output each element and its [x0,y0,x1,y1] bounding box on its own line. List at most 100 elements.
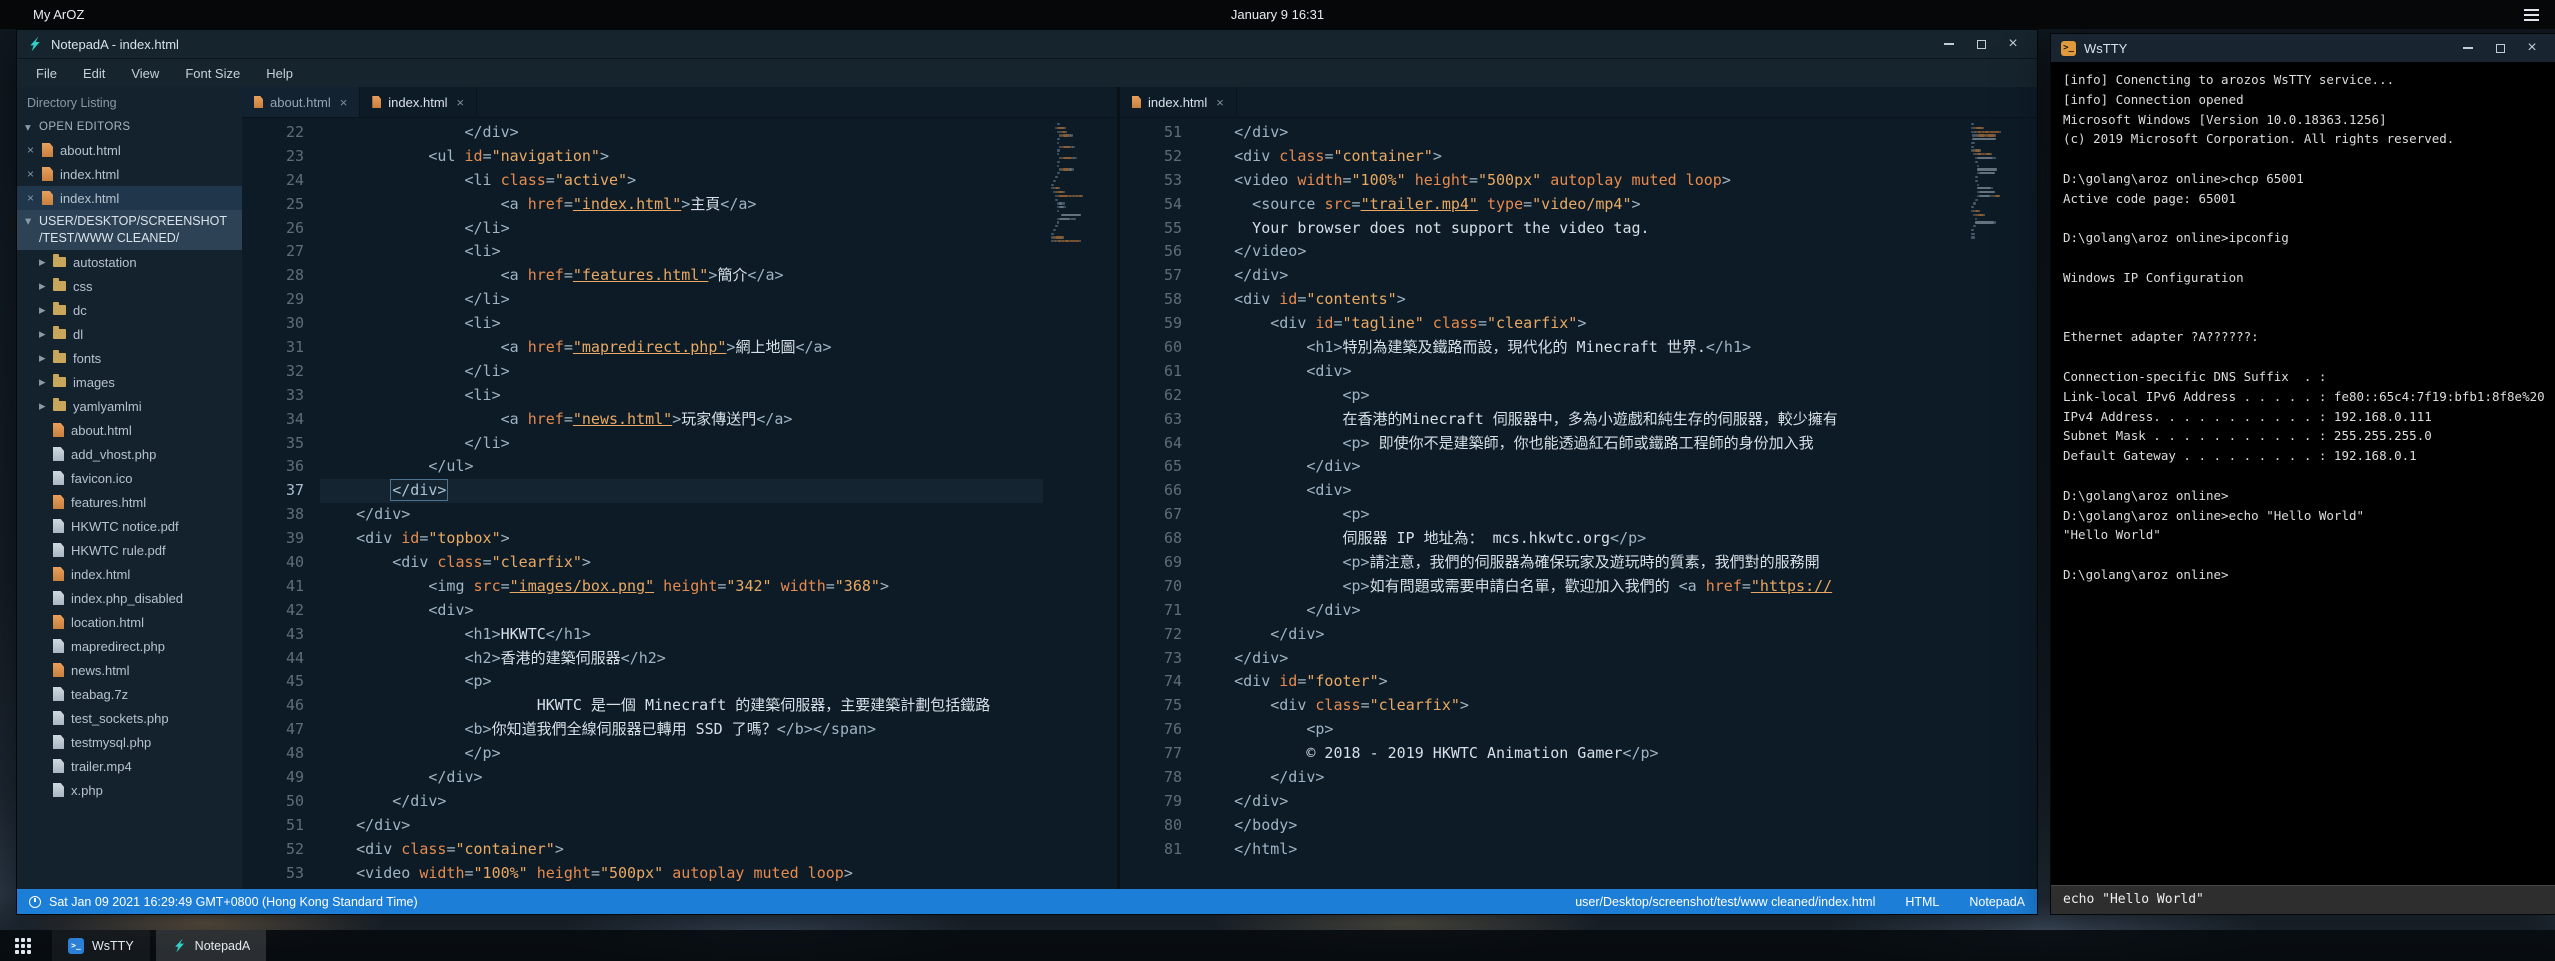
file-item[interactable]: HKWTC notice.pdf [17,514,242,538]
file-item[interactable]: index.php_disabled [17,586,242,610]
file-item[interactable]: add_vhost.php [17,442,242,466]
system-brand[interactable]: My ArOZ [33,7,84,22]
code-line[interactable]: <h2>香港的建築伺服器</h2> [320,647,1043,671]
code-line[interactable]: <source src="trailer.mp4" type="video/mp… [1198,193,1963,217]
code-line[interactable]: </p> [320,742,1043,766]
folder-item[interactable]: ▸autostation [17,250,242,274]
file-item[interactable]: mapredirect.php [17,634,242,658]
code-editor[interactable]: </div> <div class="container"> <video wi… [1198,121,1963,889]
code-line[interactable]: <p>如有問題或需要申請白名單，歡迎加入我們的 <a href="https:/… [1198,575,1963,599]
minimize-button[interactable] [2454,37,2482,59]
close-icon[interactable]: × [27,167,42,181]
workspace-root[interactable]: ▾ USER/DESKTOP/SCREENSHOT /TEST/WWW CLEA… [17,210,242,250]
editor-tab-index.html[interactable]: index.html× [1120,87,1237,117]
file-item[interactable]: location.html [17,610,242,634]
close-button[interactable]: × [1999,33,2027,55]
close-icon[interactable]: × [457,95,465,110]
code-line[interactable]: <li> [320,312,1043,336]
taskbar-item-wstty[interactable]: >_ WsTTY [52,930,150,961]
code-line[interactable]: <div class="container"> [1198,145,1963,169]
code-line[interactable]: 在香港的Minecraft 伺服器中，多為小遊戲和純生存的伺服器，較少擁有 [1198,408,1963,432]
folder-item[interactable]: ▸fonts [17,346,242,370]
code-line[interactable]: </li> [320,217,1043,241]
code-line[interactable]: <p> 即使你不是建築師，你也能透過紅石師或鐵路工程師的身份加入我 [1198,432,1963,456]
code-line[interactable]: <div> [1198,360,1963,384]
code-line[interactable]: </div> [1198,623,1963,647]
code-line[interactable]: </div> [1198,647,1963,671]
folder-item[interactable]: ▸images [17,370,242,394]
file-item[interactable]: HKWTC rule.pdf [17,538,242,562]
code-line[interactable]: </div> [1198,455,1963,479]
code-line[interactable]: <a href="news.html">玩家傳送門</a> [320,408,1043,432]
code-line[interactable]: <div id="contents"> [1198,288,1963,312]
code-line[interactable]: <p> [320,670,1043,694]
code-line[interactable]: <div class="clearfix"> [1198,694,1963,718]
code-line[interactable]: </div> [320,121,1043,145]
open-editor-item[interactable]: ×about.html [17,138,242,162]
notepada-titlebar[interactable]: NotepadA - index.html × [17,30,2037,58]
code-line[interactable]: <li> [320,384,1043,408]
code-line[interactable]: </li> [320,360,1043,384]
close-button[interactable]: × [2518,37,2546,59]
folder-item[interactable]: ▸dc [17,298,242,322]
code-line[interactable]: <a href="mapredirect.php">網上地圖</a> [320,336,1043,360]
code-line[interactable]: <li> [320,240,1043,264]
file-item[interactable]: news.html [17,658,242,682]
code-line[interactable]: </div> [320,479,1043,503]
app-launcher-button[interactable] [0,930,46,961]
maximize-button[interactable] [1967,33,1995,55]
maximize-button[interactable] [2486,37,2514,59]
code-line[interactable]: <a href="features.html">簡介</a> [320,264,1043,288]
folder-item[interactable]: ▸dl [17,322,242,346]
code-line[interactable]: </div> [320,503,1043,527]
minimap[interactable] [1049,123,1107,889]
code-line[interactable]: Your browser does not support the video … [1198,217,1963,241]
code-line[interactable]: </html> [1198,838,1963,862]
close-icon[interactable]: × [340,95,348,110]
file-item[interactable]: trailer.mp4 [17,754,242,778]
code-line[interactable]: </div> [320,790,1043,814]
terminal-input[interactable]: echo "Hello World" [2051,885,2555,914]
terminal-output[interactable]: [info] Conencting to arozos WsTTY servic… [2051,62,2555,885]
code-line[interactable]: <div id="topbox"> [320,527,1043,551]
code-line[interactable]: <li class="active"> [320,169,1043,193]
code-line[interactable]: <div class="container"> [320,838,1043,862]
code-line[interactable]: </div> [1198,264,1963,288]
file-item[interactable]: testmysql.php [17,730,242,754]
code-line[interactable]: <div> [1198,479,1963,503]
file-item[interactable]: favicon.ico [17,466,242,490]
code-line[interactable]: <video width="100%" height="500px" autop… [1198,169,1963,193]
code-line[interactable]: <h1>特別為建築及鐵路而設，現代化的 Minecraft 世界.</h1> [1198,336,1963,360]
menu-font-size[interactable]: Font Size [172,59,253,87]
close-icon[interactable]: × [1216,95,1224,110]
close-icon[interactable]: × [27,143,42,157]
code-line[interactable]: <video width="100%" height="500px" autop… [320,862,1043,886]
code-line[interactable]: <p>請注意，我們的伺服器為確保玩家及遊玩時的質素，我們對的服務開 [1198,551,1963,575]
code-line[interactable]: <img src="images/box.png" height="342" w… [320,575,1043,599]
code-line[interactable]: </video> [1198,240,1963,264]
menu-help[interactable]: Help [253,59,306,87]
code-line[interactable]: <ul id="navigation"> [320,145,1043,169]
code-line[interactable]: </li> [320,288,1043,312]
file-item[interactable]: test_sockets.php [17,706,242,730]
code-line[interactable]: </div> [1198,766,1963,790]
code-editor[interactable]: </div> <ul id="navigation"> <li class="a… [320,121,1043,889]
menu-file[interactable]: File [23,59,70,87]
code-line[interactable]: <p> [1198,718,1963,742]
file-item[interactable]: teabag.7z [17,682,242,706]
code-line[interactable]: </div> [1198,790,1963,814]
code-line[interactable]: </div> [320,766,1043,790]
close-icon[interactable]: × [27,191,42,205]
code-line[interactable]: <div id="footer"> [1198,670,1963,694]
taskbar-item-notepada[interactable]: NotepadA [156,930,267,961]
code-line[interactable]: <p> [1198,503,1963,527]
file-item[interactable]: x.php [17,778,242,802]
editor-tab-about.html[interactable]: about.html× [242,87,360,117]
code-line[interactable]: HKWTC 是一個 Minecraft 的建築伺服器，主要建築計劃包括鐵路 [320,694,1043,718]
open-editors-header[interactable]: ▾ OPEN EDITORS [17,116,242,138]
code-line[interactable]: </div> [320,814,1043,838]
open-editor-item[interactable]: ×index.html [17,162,242,186]
status-language[interactable]: HTML [1905,895,1939,909]
code-line[interactable]: </div> [1198,599,1963,623]
minimap[interactable] [1969,123,2027,889]
